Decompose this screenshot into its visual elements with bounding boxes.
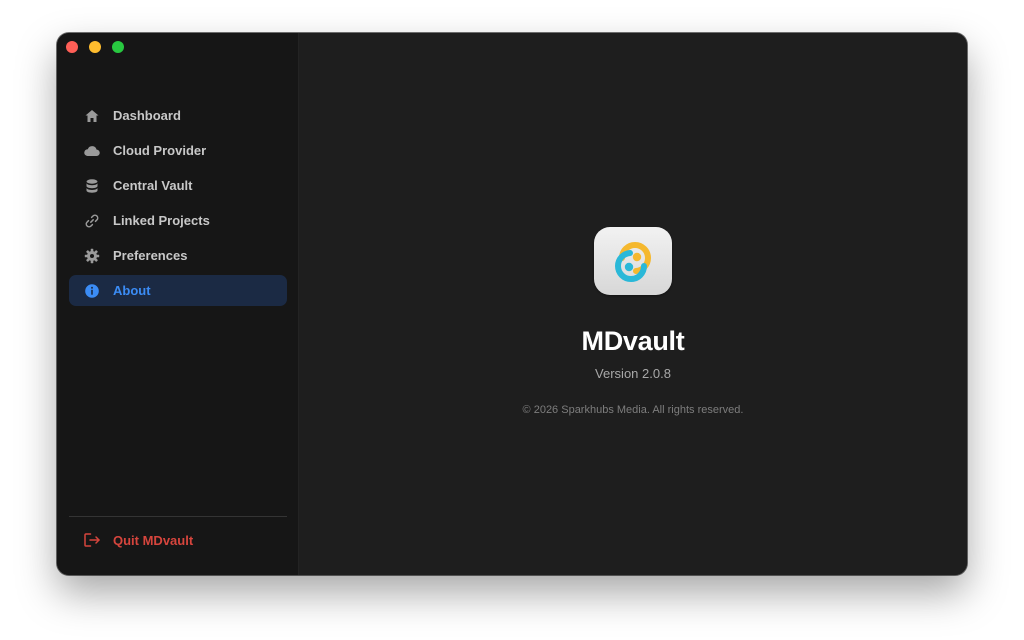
link-icon: [83, 212, 101, 230]
info-icon: [83, 282, 101, 300]
database-icon: [83, 177, 101, 195]
cloud-icon: [83, 142, 101, 160]
sidebar-item-linked-projects[interactable]: Linked Projects: [69, 205, 287, 236]
sidebar-item-cloud-provider[interactable]: Cloud Provider: [69, 135, 287, 166]
zoom-window-button[interactable]: [112, 41, 124, 53]
app-name: MDvault: [581, 326, 685, 356]
minimize-window-button[interactable]: [89, 41, 101, 53]
gear-icon: [83, 247, 101, 265]
mdvault-logo-icon: [594, 227, 672, 295]
sidebar-item-label: About: [113, 283, 151, 298]
sidebar-item-dashboard[interactable]: Dashboard: [69, 100, 287, 131]
sidebar-item-label: Preferences: [113, 248, 188, 263]
logout-icon: [83, 531, 101, 549]
sidebar-divider: [69, 516, 287, 517]
sidebar-nav: Dashboard Cloud Provider Central Vault L…: [69, 100, 287, 310]
close-window-button[interactable]: [66, 41, 78, 53]
app-window: Dashboard Cloud Provider Central Vault L…: [57, 33, 967, 575]
quit-button[interactable]: Quit MDvault: [69, 525, 287, 555]
sidebar-item-label: Central Vault: [113, 178, 193, 193]
sidebar-item-central-vault[interactable]: Central Vault: [69, 170, 287, 201]
sidebar-item-label: Linked Projects: [113, 213, 210, 228]
copyright-text: © 2026 Sparkhubs Media. All rights reser…: [522, 404, 744, 416]
quit-label: Quit MDvault: [113, 532, 194, 548]
about-panel: MDvault Version 2.0.8 © 2026 Sparkhubs M…: [299, 33, 967, 575]
sidebar-item-label: Dashboard: [113, 108, 181, 123]
sidebar: Dashboard Cloud Provider Central Vault L…: [57, 33, 299, 575]
sidebar-item-about[interactable]: About: [69, 275, 287, 306]
home-icon: [83, 107, 101, 125]
app-version: Version 2.0.8: [595, 366, 671, 381]
sidebar-item-label: Cloud Provider: [113, 143, 207, 158]
sidebar-item-preferences[interactable]: Preferences: [69, 240, 287, 271]
